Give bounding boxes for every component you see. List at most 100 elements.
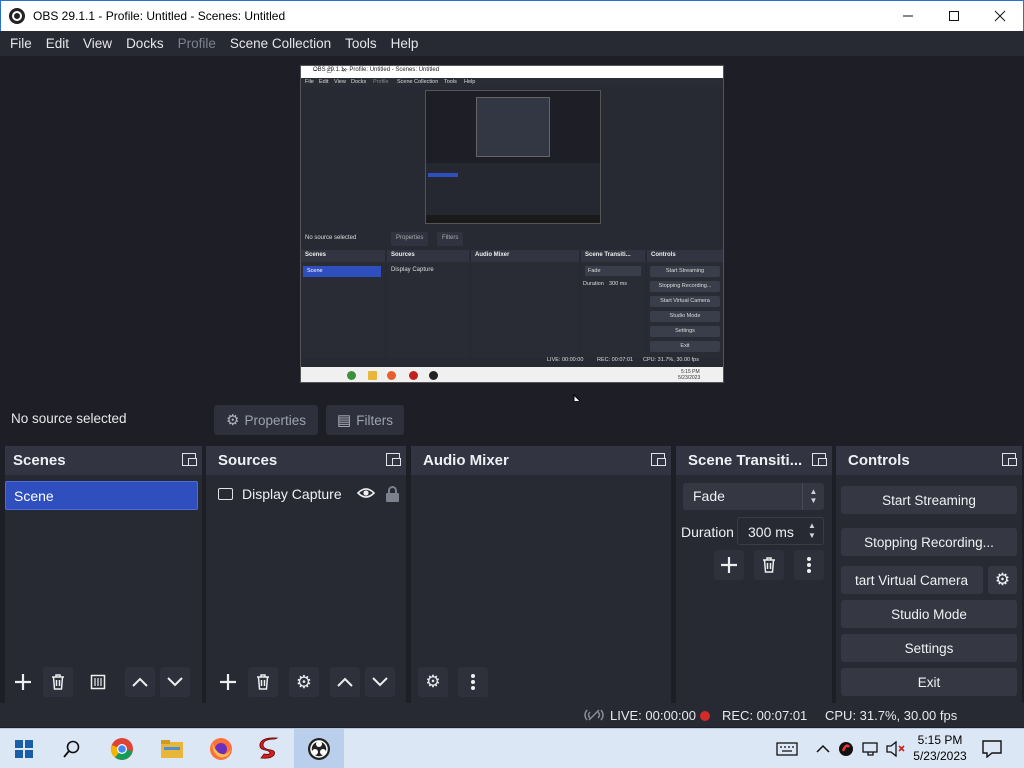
- move-source-up-button[interactable]: [330, 667, 360, 697]
- chevron-up-icon: [337, 677, 353, 687]
- display-monitor-icon: [218, 488, 233, 500]
- preview-taskbar: 5:15 PM 5/23/2023: [301, 367, 723, 382]
- preview-duration-value: 300 ms: [609, 281, 628, 287]
- transition-menu-button[interactable]: [794, 550, 824, 580]
- filters-button[interactable]: ▤ Filters: [326, 405, 404, 435]
- preview-control-button: Start Virtual Camera: [650, 296, 720, 307]
- spin-arrows-icon[interactable]: ▲ ▼: [801, 518, 823, 544]
- menu-docks[interactable]: Docks: [119, 31, 171, 56]
- virtual-keyboard-icon[interactable]: [773, 735, 801, 763]
- chevron-down-icon: [167, 677, 183, 687]
- sources-dock-header: Sources: [206, 446, 406, 475]
- menu-file[interactable]: File: [3, 31, 39, 56]
- streamlabs-icon[interactable]: [256, 735, 284, 763]
- scene-transitions-dock-title: Scene Transiti...: [688, 452, 803, 469]
- search-icon[interactable]: [58, 735, 86, 763]
- virtual-camera-button[interactable]: tart Virtual Camera: [841, 566, 983, 594]
- clock-date: 5/23/2023: [913, 749, 967, 763]
- chevron-down-icon: [372, 677, 388, 687]
- move-scene-up-button[interactable]: [125, 667, 155, 697]
- menu-profile[interactable]: Profile: [171, 31, 223, 56]
- preview-nested-docks: [426, 163, 600, 215]
- preview-source-item: Display Capture: [391, 267, 434, 273]
- filter-icon: ▤: [337, 412, 352, 429]
- studio-mode-button[interactable]: Studio Mode: [841, 600, 1017, 628]
- remove-transition-button[interactable]: [754, 550, 784, 580]
- sources-dock-title: Sources: [218, 452, 278, 469]
- program-preview[interactable]: OBS 29.1.1 - Profile: Untitled - Scenes:…: [300, 65, 724, 383]
- advanced-audio-properties-button[interactable]: ⚙: [418, 667, 448, 697]
- transition-select[interactable]: Fade ▲ ▼: [683, 483, 824, 510]
- preview-area[interactable]: OBS 29.1.1 - Profile: Untitled - Scenes:…: [0, 56, 1024, 394]
- virtual-camera-settings-button[interactable]: ⚙: [988, 566, 1017, 594]
- menu-help[interactable]: Help: [384, 31, 426, 56]
- undock-icon[interactable]: [182, 453, 197, 467]
- taskbar-clock[interactable]: 5:15 PM 5/23/2023: [910, 732, 970, 764]
- obs-icon[interactable]: [305, 735, 333, 763]
- maximize-button[interactable]: [931, 1, 977, 31]
- recording-dot-icon: [700, 711, 710, 721]
- preview-menu-item: File: [305, 79, 314, 85]
- visibility-eye-icon[interactable]: [356, 486, 376, 502]
- preview-dock-scenes: Scenes Scene: [301, 250, 385, 358]
- scene-list-item[interactable]: Scene: [5, 481, 198, 510]
- source-properties-button[interactable]: ⚙: [289, 667, 319, 697]
- chrome-icon[interactable]: [108, 735, 136, 763]
- start-streaming-button[interactable]: Start Streaming: [841, 486, 1017, 514]
- move-source-down-button[interactable]: [365, 667, 395, 697]
- file-explorer-icon[interactable]: [158, 735, 186, 763]
- minimize-icon: [903, 15, 913, 17]
- preview-menu-item: Profile: [373, 79, 389, 85]
- obs-logo-icon: [9, 8, 25, 24]
- preview-firefox-icon: [387, 371, 396, 380]
- controls-dock: Controls Start Streaming Stopping Record…: [836, 446, 1022, 703]
- plus-icon: [220, 674, 236, 690]
- recording-button[interactable]: Stopping Recording...: [841, 528, 1017, 556]
- preview-docks: Scenes Scene Sources Display Capture Aud…: [301, 250, 723, 358]
- transition-select-value: Fade: [693, 488, 725, 504]
- undock-icon[interactable]: [651, 453, 666, 467]
- filter-icon: [90, 674, 106, 690]
- volume-muted-icon[interactable]: [882, 735, 910, 763]
- notification-icon[interactable]: [978, 735, 1006, 763]
- source-list-item[interactable]: Display Capture: [214, 481, 404, 507]
- windows-start-icon[interactable]: [10, 735, 38, 763]
- preview-streamlabs-icon: [409, 371, 418, 380]
- menu-edit[interactable]: Edit: [39, 31, 76, 56]
- firefox-icon[interactable]: [207, 735, 235, 763]
- lock-icon[interactable]: [382, 485, 404, 503]
- preview-properties-button: Properties: [391, 232, 429, 246]
- settings-button[interactable]: Settings: [841, 634, 1017, 662]
- undock-icon[interactable]: [1002, 453, 1017, 467]
- network-icon[interactable]: [857, 735, 885, 763]
- menu-view[interactable]: View: [76, 31, 119, 56]
- live-timer: LIVE: 00:00:00: [610, 708, 697, 723]
- close-button[interactable]: [977, 1, 1023, 31]
- menu-scene-collection[interactable]: Scene Collection: [223, 31, 338, 56]
- clock-time: 5:15 PM: [917, 733, 963, 747]
- undock-icon[interactable]: [812, 453, 827, 467]
- add-source-button[interactable]: [213, 667, 243, 697]
- security-icon[interactable]: [832, 735, 860, 763]
- add-scene-button[interactable]: [8, 667, 38, 697]
- add-transition-button[interactable]: [714, 550, 744, 580]
- menu-tools[interactable]: Tools: [338, 31, 384, 56]
- audio-mixer-menu-button[interactable]: [458, 667, 488, 697]
- preview-nested-taskbar: [426, 215, 600, 223]
- move-scene-down-button[interactable]: [160, 667, 190, 697]
- gears-icon: ⚙: [425, 672, 441, 691]
- preview-control-button: Studio Mode: [650, 311, 720, 322]
- preview-explorer-icon: [368, 371, 377, 380]
- remove-scene-button[interactable]: [43, 667, 73, 697]
- undock-icon[interactable]: [386, 453, 401, 467]
- remove-source-button[interactable]: [248, 667, 278, 697]
- scene-filters-button[interactable]: [83, 667, 113, 697]
- plus-icon: [15, 674, 31, 690]
- properties-button[interactable]: ⚙ Properties: [214, 405, 318, 435]
- preview-rec-time: REC: 00:07:01: [597, 357, 634, 363]
- exit-button[interactable]: Exit: [841, 668, 1017, 696]
- preview-menu-item: Scene Collection: [397, 79, 439, 85]
- gear-icon: ⚙: [994, 570, 1011, 589]
- minimize-button[interactable]: [885, 1, 931, 31]
- duration-spinbox[interactable]: 300 ms ▲ ▼: [737, 517, 824, 545]
